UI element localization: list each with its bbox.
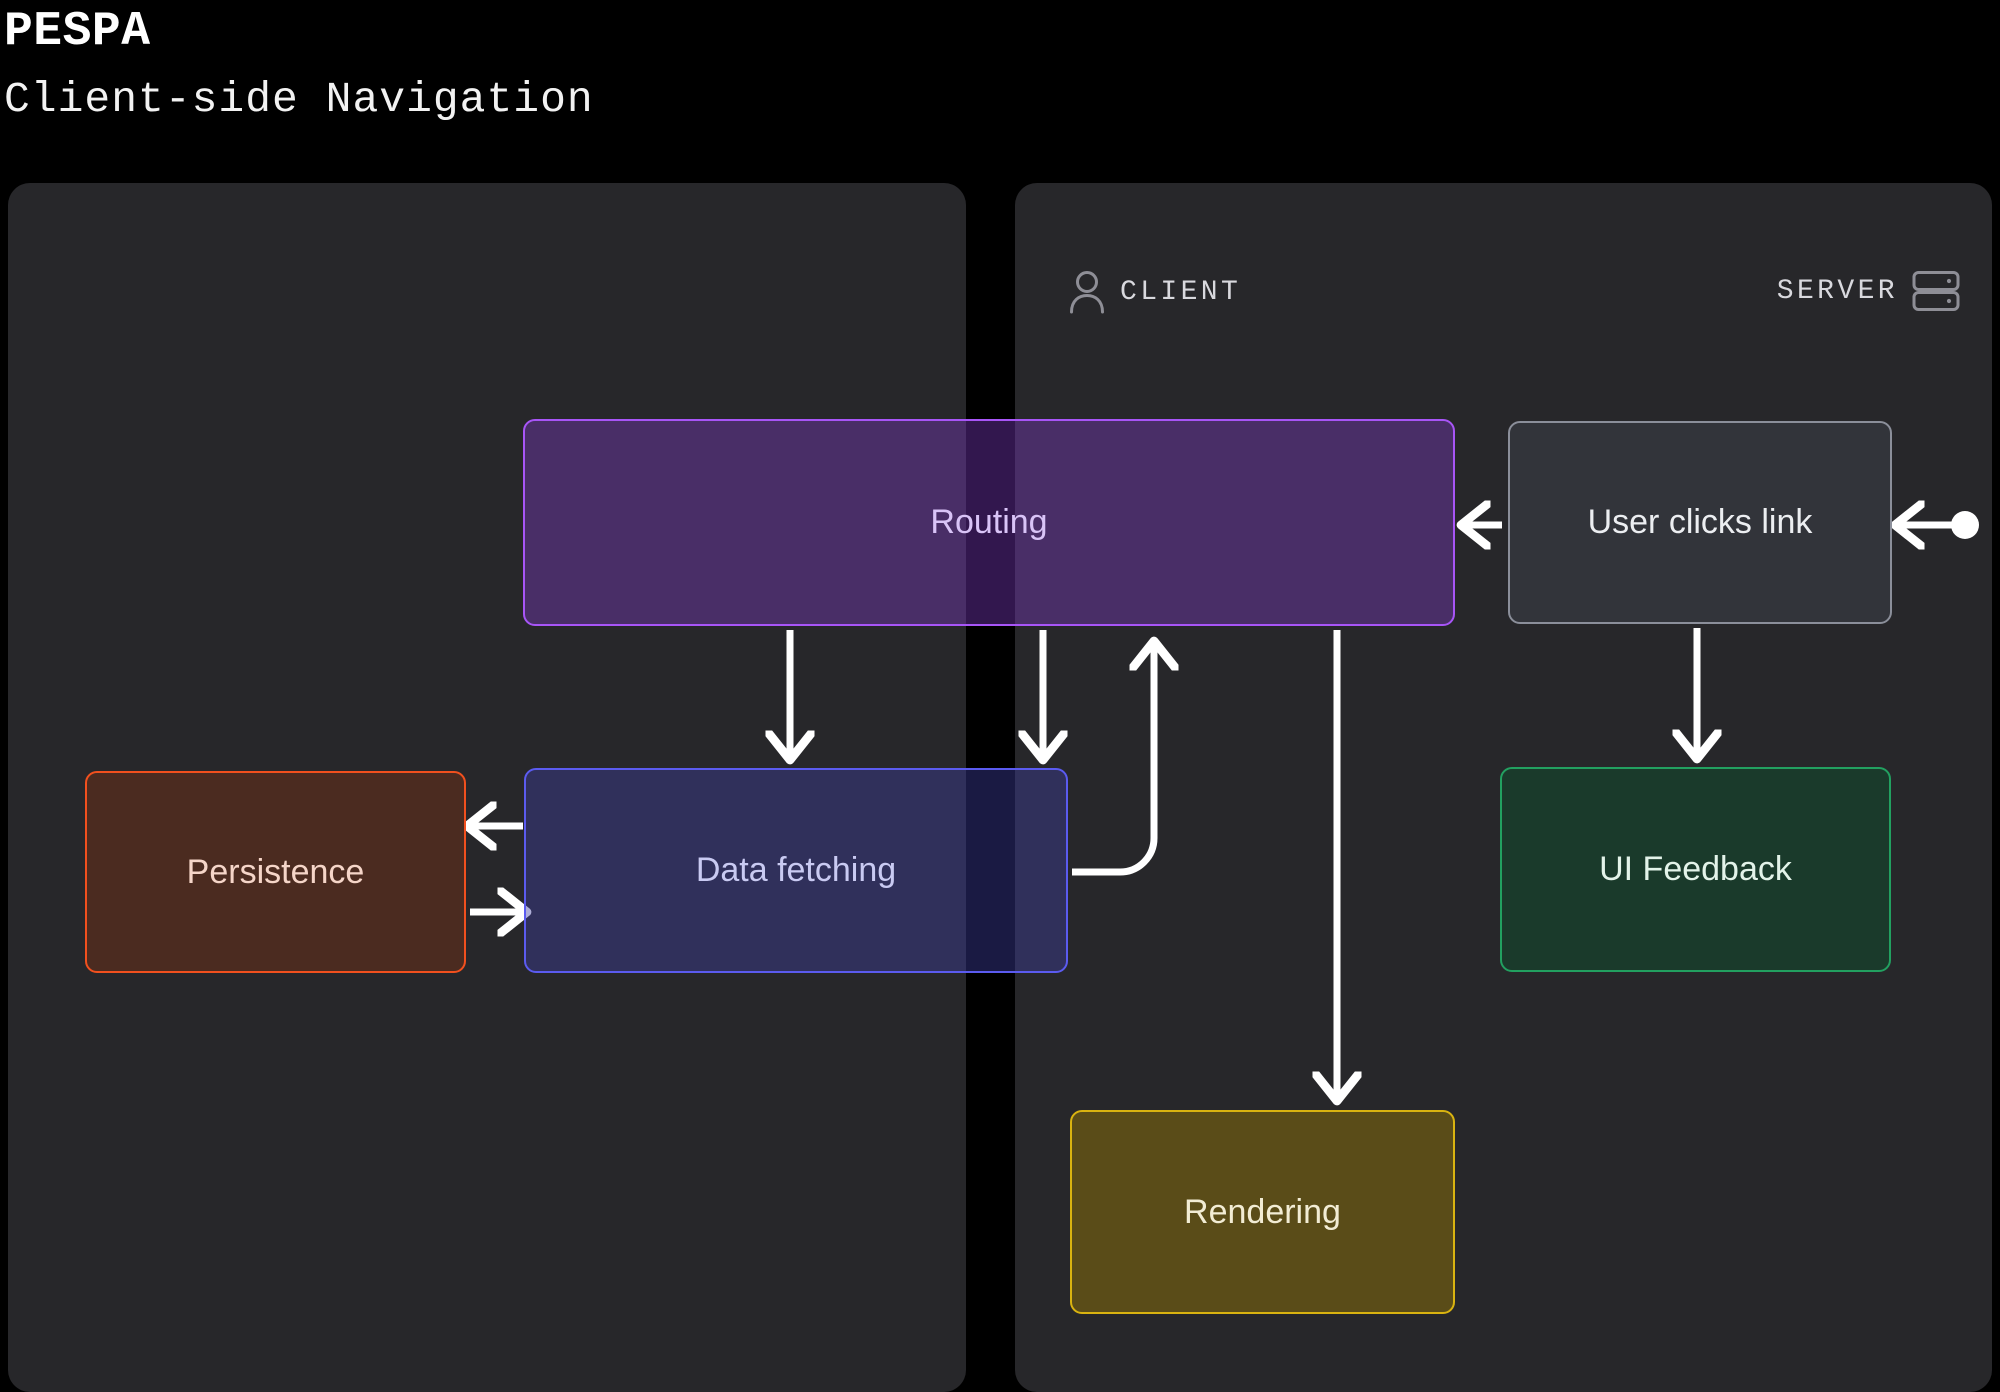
panel-label-server: SERVER [1777, 270, 1960, 312]
server-icon [1912, 270, 1960, 312]
node-ui-feedback-label: UI Feedback [1599, 850, 1792, 889]
node-rendering[interactable]: Rendering [1070, 1110, 1455, 1314]
page-title: PESPA [4, 5, 151, 59]
node-persistence[interactable]: Persistence [85, 771, 466, 973]
page-subtitle: Client-side Navigation [4, 75, 594, 124]
panel-label-client-text: CLIENT [1120, 276, 1242, 308]
node-user-clicks-link-label: User clicks link [1587, 503, 1813, 542]
node-rendering-label: Rendering [1184, 1192, 1341, 1231]
node-ui-feedback[interactable]: UI Feedback [1500, 767, 1891, 972]
node-user-clicks-link[interactable]: User clicks link [1508, 421, 1892, 624]
node-persistence-label: Persistence [186, 852, 365, 891]
node-data-fetching[interactable]: Data fetching [524, 768, 1068, 973]
panel-label-client: CLIENT [1068, 270, 1241, 314]
node-routing-label: Routing [930, 503, 1048, 542]
user-icon [1068, 270, 1106, 314]
node-routing[interactable]: Routing [523, 419, 1455, 626]
page-header: PESPA Client-side Navigation [4, 0, 1204, 160]
node-data-fetching-label: Data fetching [695, 851, 897, 890]
panel-label-server-text: SERVER [1776, 275, 1898, 307]
